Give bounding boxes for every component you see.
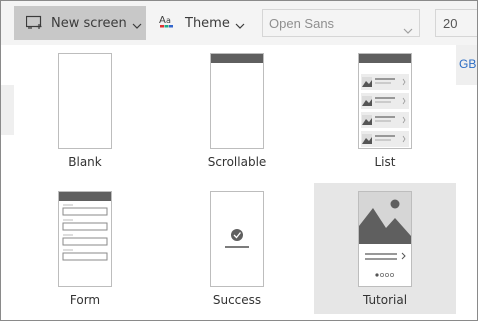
checkmark-icon <box>225 229 249 248</box>
screen-template-gallery: Blank Scrollable List Form Success Tutor… <box>14 45 456 320</box>
template-label: Blank <box>68 155 102 169</box>
theme-icon: A a <box>159 13 177 33</box>
image-placeholder-icon <box>359 192 411 278</box>
theme-label: Theme <box>185 15 230 31</box>
chevron-down-icon <box>132 14 142 33</box>
list-rows <box>359 73 411 148</box>
form-thumbnail <box>58 191 112 287</box>
success-thumbnail <box>210 191 264 287</box>
header-bar <box>211 54 263 63</box>
template-tile-list[interactable]: List <box>314 45 456 176</box>
font-family-value: Open Sans <box>269 15 335 31</box>
template-label: Form <box>69 293 101 307</box>
font-family-select[interactable]: Open Sans <box>262 9 420 37</box>
template-label: Success <box>212 293 262 307</box>
template-tile-blank[interactable]: Blank <box>14 45 156 176</box>
form-fields-graphic <box>62 204 108 261</box>
template-tile-success[interactable]: Success <box>166 183 308 314</box>
background-canvas-strip: GB <box>456 45 477 85</box>
svg-text:A: A <box>159 15 166 26</box>
new-screen-button[interactable]: New screen <box>14 6 146 40</box>
header-bar <box>59 192 111 201</box>
template-label: List <box>374 155 396 169</box>
new-screen-icon <box>25 14 42 33</box>
background-left-strip <box>1 85 14 135</box>
template-tile-form[interactable]: Form <box>14 183 156 314</box>
font-size-input[interactable]: 20 <box>435 9 477 37</box>
template-tile-scrollable[interactable]: Scrollable <box>166 45 308 176</box>
svg-text:a: a <box>166 16 171 25</box>
chevron-down-icon <box>403 19 413 38</box>
search-bar <box>362 65 408 80</box>
header-bar <box>359 54 411 63</box>
list-thumbnail <box>358 53 412 149</box>
new-screen-label: New screen <box>51 15 127 31</box>
background-partial-text: GB <box>459 57 477 71</box>
template-label: Tutorial <box>362 293 408 307</box>
theme-button[interactable]: A a Theme <box>159 6 249 40</box>
list-rows-graphic <box>361 74 409 147</box>
blank-thumbnail <box>58 53 112 149</box>
tutorial-thumbnail <box>358 191 412 287</box>
chevron-down-icon <box>235 14 245 33</box>
font-size-value: 20 <box>443 15 458 31</box>
toolbar: New screen A a Theme Open Sans 20 <box>1 1 477 45</box>
scrollable-thumbnail <box>210 53 264 149</box>
new-screen-dialog: New screen A a Theme Open Sans 20 GB Bla… <box>0 0 478 321</box>
template-tile-tutorial[interactable]: Tutorial <box>314 183 456 314</box>
template-label: Scrollable <box>207 155 267 169</box>
